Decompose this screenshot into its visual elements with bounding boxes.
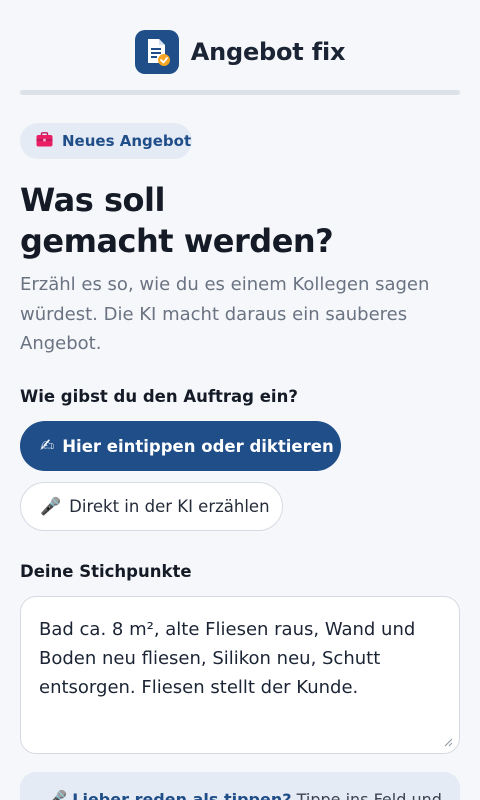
input-mode-label: Wie gibst du den Auftrag ein?	[20, 387, 298, 406]
dictation-tip-link[interactable]: Lieber reden als tippen?	[72, 790, 291, 800]
tell-ai-directly-label: Direkt in der KI erzählen	[69, 497, 270, 516]
writing-hand-icon: ✍	[40, 436, 55, 456]
resize-handle-icon[interactable]	[443, 737, 453, 747]
notes-textarea[interactable]: Bad ca. 8 m², alte Fliesen raus, Wand un…	[20, 596, 460, 754]
notes-label: Deine Stichpunkte	[20, 562, 192, 581]
page-title: Was soll gemacht werden?	[20, 180, 460, 262]
dictation-tip-text: Tippe ins Feld und	[296, 790, 442, 800]
app-header: Angebot fix	[0, 28, 480, 76]
header-divider	[20, 90, 460, 95]
type-or-dictate-label: Hier eintippen oder diktieren	[62, 436, 334, 456]
notes-text: Bad ca. 8 m², alte Fliesen raus, Wand un…	[39, 619, 416, 698]
page-subtitle: Erzähl es so, wie du es einem Kollegen s…	[20, 274, 430, 354]
dictation-tip: 🎤 Lieber reden als tippen? Tippe ins Fel…	[20, 772, 460, 800]
briefcase-icon	[36, 131, 53, 151]
chip-label: Neues Angebot	[62, 132, 192, 150]
type-or-dictate-button[interactable]: ✍ Hier eintippen oder diktieren	[20, 421, 341, 471]
page-title-line-1: Was soll	[20, 181, 165, 219]
page-title-line-2: gemacht werden?	[20, 222, 334, 260]
document-check-icon	[134, 30, 179, 74]
app-title: Angebot fix	[190, 38, 346, 66]
microphone-icon: 🎤	[46, 790, 68, 800]
microphone-icon: 🎤	[40, 496, 62, 517]
tell-ai-directly-button[interactable]: 🎤 Direkt in der KI erzählen	[20, 482, 283, 531]
new-offer-chip: Neues Angebot	[20, 123, 192, 159]
